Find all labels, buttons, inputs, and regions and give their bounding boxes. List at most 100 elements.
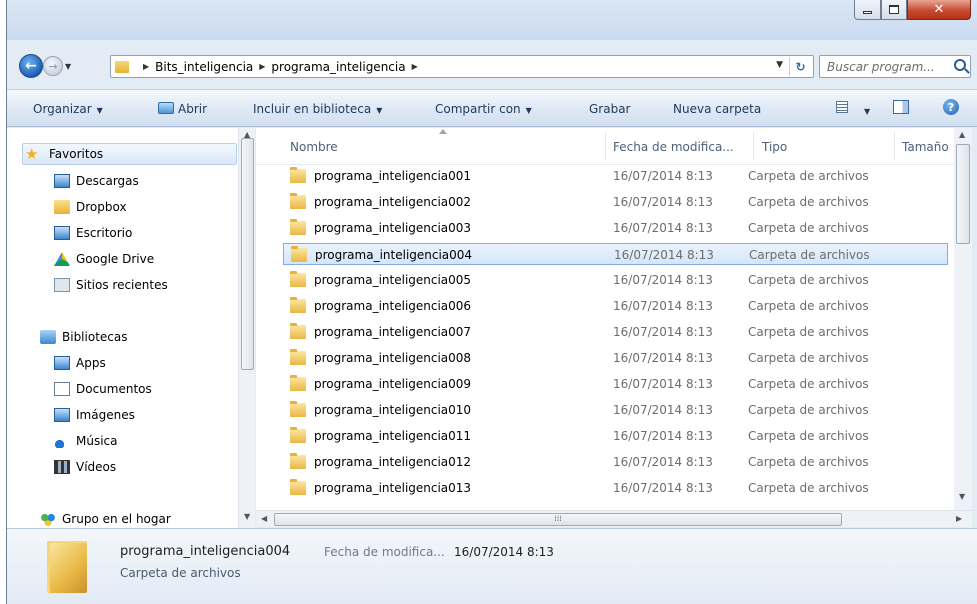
music-icon [54,434,70,448]
nav-item-favorites[interactable]: ★ Favoritos [22,143,237,165]
desktop-icon [54,226,70,240]
organize-button[interactable]: Organizar ▼ [33,102,103,116]
file-row[interactable]: programa_inteligencia009 16/07/2014 8:13 C… [283,373,948,395]
open-button[interactable]: Abrir [158,102,207,116]
view-options-dropdown[interactable]: ▼ [859,103,870,117]
scroll-right-icon[interactable]: ▶ [956,514,962,523]
column-header-type[interactable]: Tipo [762,140,787,154]
folder-icon [54,200,70,214]
file-name: programa_inteligencia003 [314,221,472,235]
minimize-button[interactable] [854,0,881,20]
file-date: 16/07/2014 8:13 [613,481,713,495]
file-row[interactable]: programa_inteligencia005 16/07/2014 8:13 C… [283,269,948,291]
column-header-date[interactable]: Fecha de modifica... [613,140,734,154]
breadcrumb-separator-icon[interactable]: ▶ [143,62,149,71]
file-row[interactable]: programa_inteligencia013 16/07/2014 8:13 C… [283,477,948,499]
folder-icon [290,427,306,443]
search-icon[interactable] [954,59,966,71]
column-divider[interactable] [753,132,754,160]
nav-item-libraries[interactable]: Bibliotecas [40,327,127,347]
nav-item-recent-places[interactable]: Sitios recientes [54,275,168,295]
scroll-down-icon[interactable]: ▼ [959,492,965,501]
pictures-icon [54,408,70,422]
navigation-pane: ★ Favoritos Descargas Dropbox Escritorio … [7,128,238,528]
column-header-name[interactable]: Nombre [290,140,338,154]
downloads-folder-icon [54,174,70,188]
breadcrumb-item[interactable]: Bits_inteligencia [155,60,253,74]
burn-button[interactable]: Grabar [589,102,631,116]
scrollbar-thumb[interactable] [241,138,254,370]
scroll-up-icon[interactable]: ▲ [959,130,965,139]
new-folder-button[interactable]: Nueva carpeta [673,102,761,116]
file-row[interactable]: programa_inteligencia006 16/07/2014 8:13 C… [283,295,948,317]
horizontal-scrollbar[interactable]: ◀ ⁞⁞⁞ ▶ [256,510,972,527]
file-type: Carpeta de archivos [748,195,869,209]
file-row[interactable]: programa_inteligencia004 16/07/2014 8:13 C… [283,243,948,265]
file-name: programa_inteligencia013 [314,481,472,495]
videos-icon [54,460,70,474]
address-history-dropdown[interactable]: ▼ [776,60,783,70]
google-drive-icon [54,252,70,266]
details-item-type: Carpeta de archivos [120,566,241,580]
scrollbar-thumb[interactable]: ⁞⁞⁞ [274,513,842,526]
file-row[interactable]: programa_inteligencia010 16/07/2014 8:13 C… [283,399,948,421]
address-bar[interactable]: ▶ Bits_inteligencia ▶ programa_inteligen… [110,55,814,78]
file-type: Carpeta de archivos [748,481,869,495]
nav-item-homegroup[interactable]: Grupo en el hogar [40,509,171,528]
file-row[interactable]: programa_inteligencia002 16/07/2014 8:13 C… [283,191,948,213]
include-in-library-button[interactable]: Incluir en biblioteca ▼ [253,102,382,116]
view-options-icon[interactable] [836,101,848,113]
scrollbar-thumb[interactable] [956,144,970,244]
search-input[interactable]: Buscar program... [819,55,971,78]
preview-pane-icon[interactable] [893,100,909,114]
nav-item-google-drive[interactable]: Google Drive [54,249,154,269]
breadcrumb-item[interactable]: programa_inteligencia [271,60,405,74]
file-type: Carpeta de archivos [748,377,869,391]
open-folder-icon [158,102,174,114]
folder-icon [290,401,306,417]
back-button[interactable]: ← [19,54,43,78]
forward-button[interactable]: → [43,56,63,76]
file-row[interactable]: programa_inteligencia012 16/07/2014 8:13 C… [283,451,948,473]
file-row[interactable]: programa_inteligencia003 16/07/2014 8:13 C… [283,217,948,239]
refresh-button[interactable]: ↻ [789,57,811,76]
column-divider[interactable] [894,132,895,160]
file-name: programa_inteligencia011 [314,429,472,443]
file-date: 16/07/2014 8:13 [613,351,713,365]
close-button[interactable]: ✕ [907,0,971,20]
file-type: Carpeta de archivos [748,299,869,313]
share-with-button[interactable]: Compartir con ▼ [435,102,532,116]
file-list-scrollbar[interactable]: ▲ ▼ [954,128,972,510]
help-icon[interactable]: ? [943,99,959,115]
breadcrumb-separator-icon[interactable]: ▶ [259,62,265,71]
title-bar: ✕ [7,0,977,40]
recent-pages-dropdown[interactable]: ▼ [65,62,71,71]
file-row[interactable]: programa_inteligencia011 16/07/2014 8:13 C… [283,425,948,447]
scroll-down-icon[interactable]: ▼ [244,512,250,521]
search-placeholder: Buscar program... [827,59,935,74]
nav-item-images[interactable]: Imágenes [54,405,135,425]
refresh-icon: ↻ [795,59,806,74]
file-name: programa_inteligencia009 [314,377,472,391]
file-row[interactable]: programa_inteligencia001 16/07/2014 8:13 C… [283,165,948,187]
nav-item-dropbox[interactable]: Dropbox [54,197,127,217]
file-row[interactable]: programa_inteligencia008 16/07/2014 8:13 C… [283,347,948,369]
documents-icon [54,382,70,396]
column-header-size[interactable]: Tamaño [902,140,949,154]
nav-item-music[interactable]: Música [54,431,118,451]
file-list: Nombre Fecha de modifica... Tipo Tamaño … [256,128,972,510]
details-item-name: programa_inteligencia004 [120,544,291,559]
maximize-button[interactable] [881,0,907,20]
nav-item-videos[interactable]: Vídeos [54,457,116,477]
nav-item-documents[interactable]: Documentos [54,379,152,399]
scroll-left-icon[interactable]: ◀ [261,514,267,523]
breadcrumb-separator-icon[interactable]: ▶ [412,62,418,71]
nav-item-downloads[interactable]: Descargas [54,171,139,191]
file-date: 16/07/2014 8:13 [613,299,713,313]
column-divider[interactable] [605,132,606,160]
nav-item-desktop[interactable]: Escritorio [54,223,132,243]
nav-item-apps[interactable]: Apps [54,353,106,373]
folder-icon [290,193,306,209]
navigation-scrollbar[interactable]: ▲ ▼ [238,128,255,528]
file-row[interactable]: programa_inteligencia007 16/07/2014 8:13 C… [283,321,948,343]
